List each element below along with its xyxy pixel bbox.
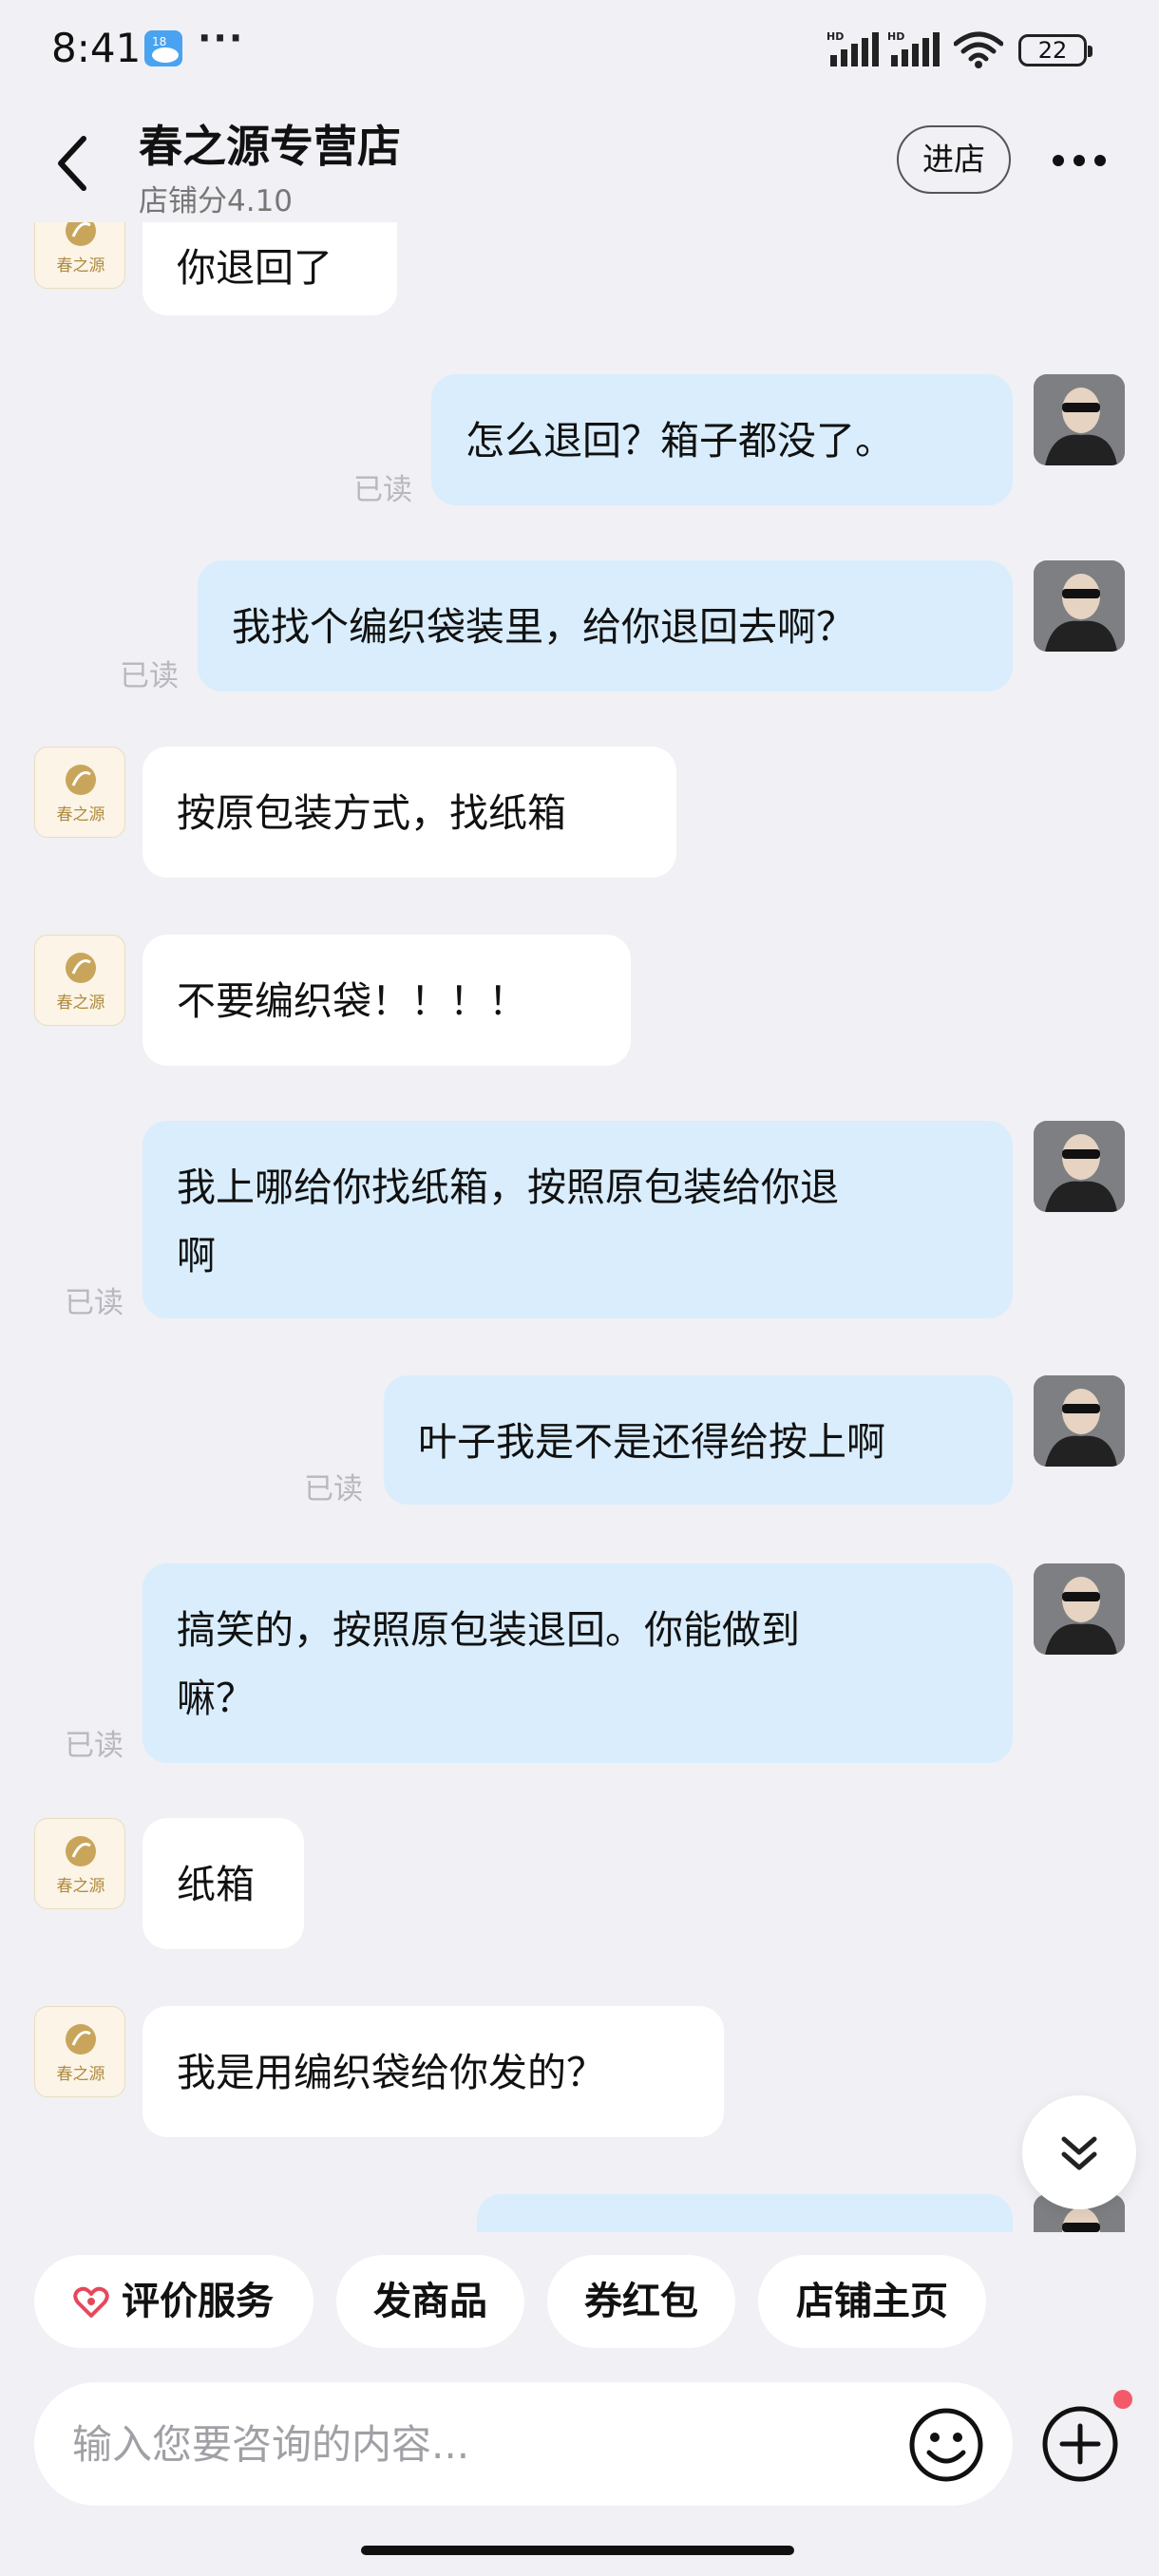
svg-text:18: 18 — [152, 35, 166, 48]
signal-hd-icon: HD — [826, 30, 879, 66]
message-input[interactable] — [72, 2411, 889, 2477]
status-time: 8:41 — [51, 25, 142, 71]
shop-avatar[interactable]: 春之源 — [34, 935, 125, 1026]
shop-logo-icon: 春之源 — [57, 953, 105, 1013]
wifi-icon — [954, 31, 1003, 68]
user-avatar-image — [1034, 560, 1125, 652]
svg-text:春之源: 春之源 — [57, 1877, 105, 1896]
user-avatar-image — [1034, 1563, 1125, 1655]
notification-dot — [1113, 2390, 1132, 2409]
status-bar: 8:41 18 ··· HD HD 22 — [0, 0, 1159, 99]
coupon-chip[interactable]: 券红包 — [547, 2255, 735, 2348]
message-input-box[interactable] — [34, 2382, 1013, 2506]
svg-text:HD: HD — [887, 30, 904, 43]
notification-more-icon: ··· — [198, 17, 245, 59]
home-indicator[interactable] — [361, 2546, 794, 2555]
emoji-icon[interactable] — [906, 2405, 986, 2485]
heart-icon — [73, 2286, 109, 2318]
message-bubble-me[interactable]: 叶子我是不是还得给按上啊 — [384, 1375, 1013, 1505]
svg-text:HD: HD — [826, 30, 844, 43]
shop-avatar[interactable]: 春之源 — [34, 222, 125, 289]
quick-actions-bar: 评价服务 发商品 券红包 店铺主页 — [0, 2234, 1159, 2358]
user-avatar-image — [1034, 1121, 1125, 1212]
rate-service-label: 评价服务 — [122, 2280, 274, 2323]
svg-text:春之源: 春之源 — [57, 256, 105, 275]
svg-text:春之源: 春之源 — [57, 2065, 105, 2084]
svg-text:春之源: 春之源 — [57, 994, 105, 1013]
read-status: 已读 — [65, 1286, 124, 1320]
rate-service-chip[interactable]: 评价服务 — [34, 2255, 314, 2348]
chat-header: 春之源专营店 店铺分4.10 进店 — [0, 99, 1159, 222]
signal-hd-icon-2: HD — [887, 30, 940, 66]
message-bubble-shop[interactable]: 纸箱 — [142, 1818, 304, 1949]
message-bubble-shop[interactable]: 按原包装方式，找纸箱 — [142, 747, 676, 878]
battery-icon: 22 — [1018, 34, 1092, 66]
shop-avatar[interactable]: 春之源 — [34, 2006, 125, 2097]
svg-text:春之源: 春之源 — [57, 805, 105, 824]
message-bubble-shop[interactable]: 你退回了 — [142, 222, 397, 315]
weather-icon: 18 — [144, 30, 182, 66]
message-bubble-me[interactable]: 怎么退回？箱子都没了。 — [431, 374, 1013, 505]
store-home-chip[interactable]: 店铺主页 — [758, 2255, 986, 2348]
user-avatar[interactable] — [1034, 560, 1125, 652]
user-avatar[interactable] — [1034, 1375, 1125, 1467]
send-product-chip[interactable]: 发商品 — [336, 2255, 524, 2348]
user-avatar[interactable] — [1034, 1121, 1125, 1212]
shop-logo-icon: 春之源 — [57, 765, 105, 824]
message-bubble-me[interactable] — [477, 2194, 1013, 2232]
more-options-icon[interactable] — [1049, 137, 1110, 184]
double-chevron-down-icon — [1061, 2136, 1097, 2170]
message-bubble-me[interactable]: 我上哪给你找纸箱，按照原包装给你退 啊 — [142, 1121, 1013, 1318]
user-avatar[interactable] — [1034, 1563, 1125, 1655]
shop-logo-icon: 春之源 — [57, 2024, 105, 2084]
read-status: 已读 — [353, 473, 412, 507]
shop-logo-icon: 春之源 — [57, 222, 105, 275]
read-status: 已读 — [120, 659, 179, 693]
read-status: 已读 — [65, 1729, 124, 1763]
message-bubble-shop[interactable]: 不要编织袋！！！！ — [142, 935, 631, 1066]
shop-avatar[interactable]: 春之源 — [34, 1818, 125, 1909]
user-avatar[interactable] — [1034, 374, 1125, 465]
message-bubble-shop[interactable]: 我是用编织袋给你发的？ — [142, 2006, 724, 2137]
user-avatar-image — [1034, 374, 1125, 465]
shop-score: 店铺分4.10 — [139, 184, 294, 218]
shop-logo-icon: 春之源 — [57, 1836, 105, 1896]
plus-icon[interactable] — [1039, 2403, 1121, 2485]
shop-avatar[interactable]: 春之源 — [34, 747, 125, 838]
shop-name[interactable]: 春之源专营店 — [139, 112, 401, 175]
back-arrow-icon[interactable] — [46, 125, 99, 201]
message-bubble-me[interactable]: 搞笑的，按照原包装退回。你能做到 嘛？ — [142, 1563, 1013, 1763]
enter-store-button[interactable]: 进店 — [897, 125, 1011, 194]
user-avatar-image — [1034, 1375, 1125, 1467]
chat-message-list[interactable]: 春之源 你退回了 已读 怎么退回？箱子都没了。 已读 我找个编织袋装里，给你退回… — [0, 222, 1159, 2232]
read-status: 已读 — [304, 1472, 363, 1506]
message-bubble-me[interactable]: 我找个编织袋装里，给你退回去啊？ — [198, 560, 1013, 691]
scroll-to-bottom-button[interactable] — [1022, 2095, 1136, 2209]
